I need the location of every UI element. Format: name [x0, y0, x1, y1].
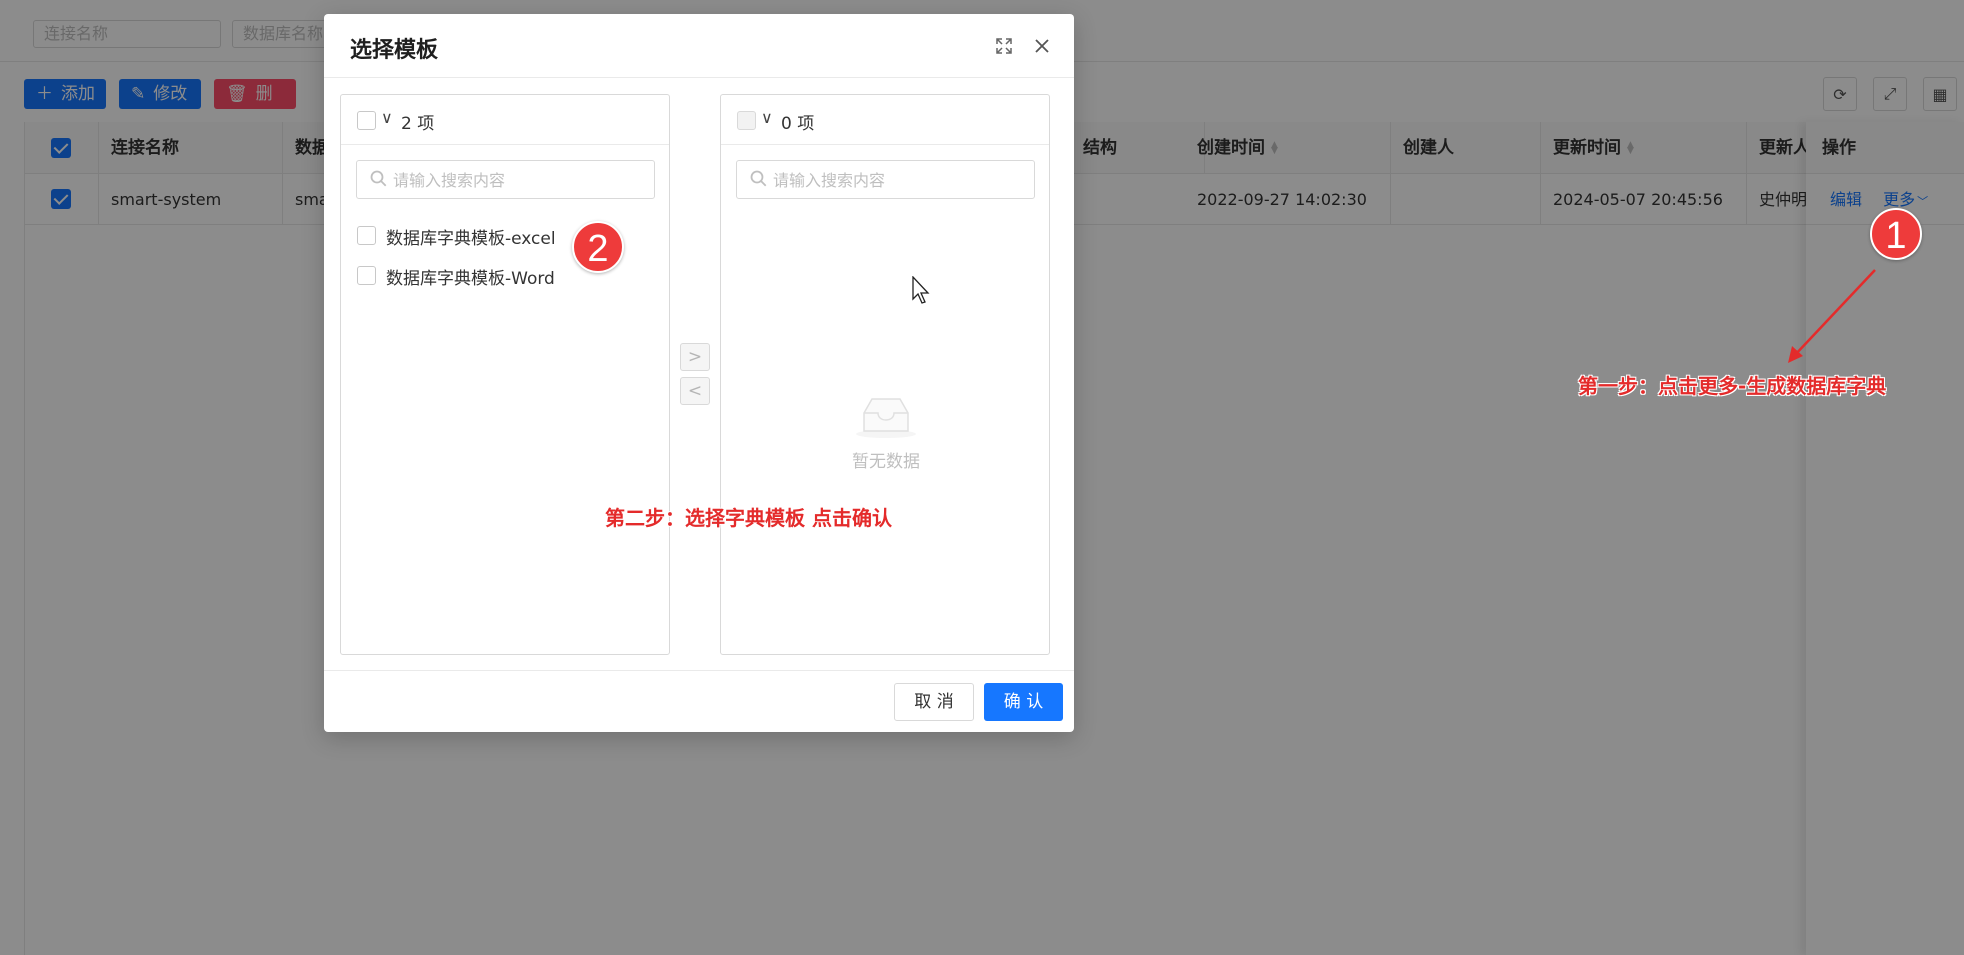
- modal-header: 选择模板: [324, 14, 1074, 78]
- item-label: 数据库字典模板-excel: [386, 229, 556, 249]
- mouse-cursor-icon: [912, 276, 930, 304]
- target-select-all-checkbox[interactable]: [737, 111, 756, 130]
- source-list-header: ∨ 2 项: [341, 95, 669, 145]
- select-template-modal: 选择模板 ∨ 2 项 数据库字典模板-excel 数据库字典模板-Word > …: [324, 14, 1074, 732]
- list-item[interactable]: 数据库字典模板-excel: [357, 221, 577, 249]
- step-badge-1: 1: [1870, 208, 1922, 260]
- empty-inbox-icon: [856, 398, 916, 438]
- step-badge-2: 2: [572, 221, 624, 273]
- move-right-button[interactable]: >: [680, 343, 710, 371]
- source-search-field[interactable]: [356, 160, 655, 199]
- step-1-note: 第一步：点击更多-生成数据库字典: [1578, 374, 1887, 398]
- source-list-panel: ∨ 2 项 数据库字典模板-excel 数据库字典模板-Word: [340, 94, 670, 655]
- item-checkbox[interactable]: [357, 266, 376, 285]
- empty-text: 暂无数据: [852, 452, 920, 472]
- target-list-header: ∨ 0 项: [721, 95, 1049, 145]
- target-search-field[interactable]: [736, 160, 1035, 199]
- target-count: 0 项: [781, 114, 815, 134]
- list-item[interactable]: 数据库字典模板-Word: [357, 261, 577, 289]
- step-2-note: 第二步：选择字典模板 点击确认: [605, 506, 892, 530]
- cancel-button[interactable]: 取 消: [894, 683, 974, 721]
- search-icon: [750, 170, 767, 187]
- item-checkbox[interactable]: [357, 226, 376, 245]
- close-icon[interactable]: [1030, 34, 1054, 58]
- source-search-input[interactable]: [393, 167, 643, 193]
- target-search-input[interactable]: [773, 167, 1023, 193]
- item-label: 数据库字典模板-Word: [386, 269, 555, 289]
- modal-title: 选择模板: [350, 38, 439, 63]
- move-left-button[interactable]: <: [680, 377, 710, 405]
- empty-state: 暂无数据: [831, 395, 941, 472]
- source-select-all-checkbox[interactable]: [357, 111, 376, 130]
- annotation-arrow: [1788, 269, 1876, 363]
- modal-footer: 取 消 确 认: [324, 670, 1074, 732]
- search-icon: [370, 170, 387, 187]
- confirm-button[interactable]: 确 认: [984, 683, 1063, 721]
- source-count: 2 项: [401, 114, 435, 134]
- target-list-panel: ∨ 0 项 暂无数据: [720, 94, 1050, 655]
- chevron-down-icon[interactable]: ∨: [761, 108, 773, 127]
- maximize-icon[interactable]: [992, 34, 1016, 58]
- chevron-down-icon[interactable]: ∨: [381, 108, 393, 127]
